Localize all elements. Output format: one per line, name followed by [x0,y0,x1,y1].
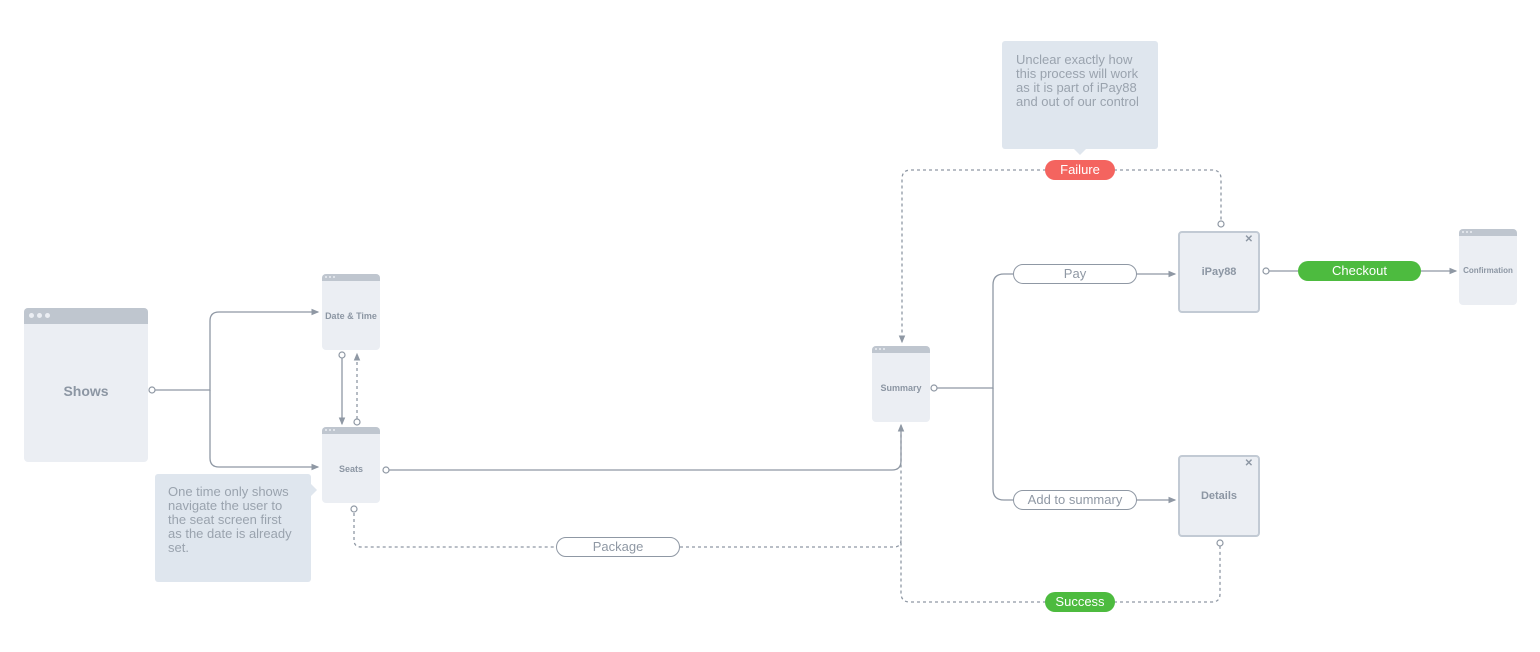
window-title-bar [322,274,380,281]
note-pointer [1074,149,1086,155]
window-title-bar [24,308,148,324]
note-pointer [311,484,317,496]
note-text: Unclear exactly how this process will wo… [1016,52,1139,109]
connector-shows-to-datetime [155,308,320,391]
window-title-bar [1459,229,1517,236]
connector-success-loop-left [900,429,1046,603]
port-ipay-top [1217,220,1225,228]
pill-add-to-summary[interactable]: Add to summary [1013,490,1137,510]
connector-branch-add [992,388,1013,501]
window-dots-icon [875,348,885,350]
screen-title: Summary [880,383,922,393]
port-summary-out [930,384,938,392]
note-seats: One time only shows navigate the user to… [155,474,317,582]
port-seats-out [382,466,390,474]
modal-title: Details [1200,490,1238,502]
window-title-bar [872,346,930,353]
close-icon[interactable]: ✕ [1245,458,1253,469]
pill-failure[interactable]: Failure [1045,160,1115,180]
screen-title: Seats [338,464,364,474]
screen-shows[interactable]: Shows [24,308,148,462]
screen-summary[interactable]: Summary [872,346,930,422]
note-text: One time only shows navigate the user to… [168,484,292,555]
modal-details[interactable]: ✕ Details [1178,455,1260,537]
connector-package-summary [680,539,902,548]
modal-title: iPay88 [1201,266,1237,278]
port-shows-out [148,386,156,394]
port-ipay-out [1262,267,1270,275]
screen-title: Date & Time [325,311,377,321]
connector-failure-loop-right [1114,169,1222,220]
port-datetime-out [338,351,346,359]
window-dots-icon [325,429,335,431]
modal-ipay88[interactable]: ✕ iPay88 [1178,231,1260,313]
screen-title: Confirmation [1463,266,1513,275]
pill-pay[interactable]: Pay [1013,264,1137,284]
window-dots-icon [325,276,335,278]
pill-checkout[interactable]: Checkout [1298,261,1421,281]
screen-confirmation[interactable]: Confirmation [1459,229,1517,305]
screen-seats[interactable]: Seats [322,427,380,503]
note-ipay88: Unclear exactly how this process will wo… [1002,41,1158,155]
connector-seats-package [353,513,556,548]
screen-date-time[interactable]: Date & Time [322,274,380,350]
connector-shows-to-seats [209,390,320,471]
pill-success[interactable]: Success [1045,592,1115,612]
port-details-bottom [1216,539,1224,547]
connector-failure-loop-left [898,169,1046,344]
close-icon[interactable]: ✕ [1245,234,1253,245]
connector-summary-branch [937,273,1013,389]
port-seats-down [350,505,358,513]
connector-success-loop-right [1114,546,1221,603]
connector-seats-to-summary [389,423,905,471]
port-seats-up [353,418,361,426]
window-dots-icon [1462,231,1472,233]
screen-title: Shows [63,383,109,399]
window-title-bar [322,427,380,434]
pill-package[interactable]: Package [556,537,680,557]
window-dots-icon [29,313,50,318]
